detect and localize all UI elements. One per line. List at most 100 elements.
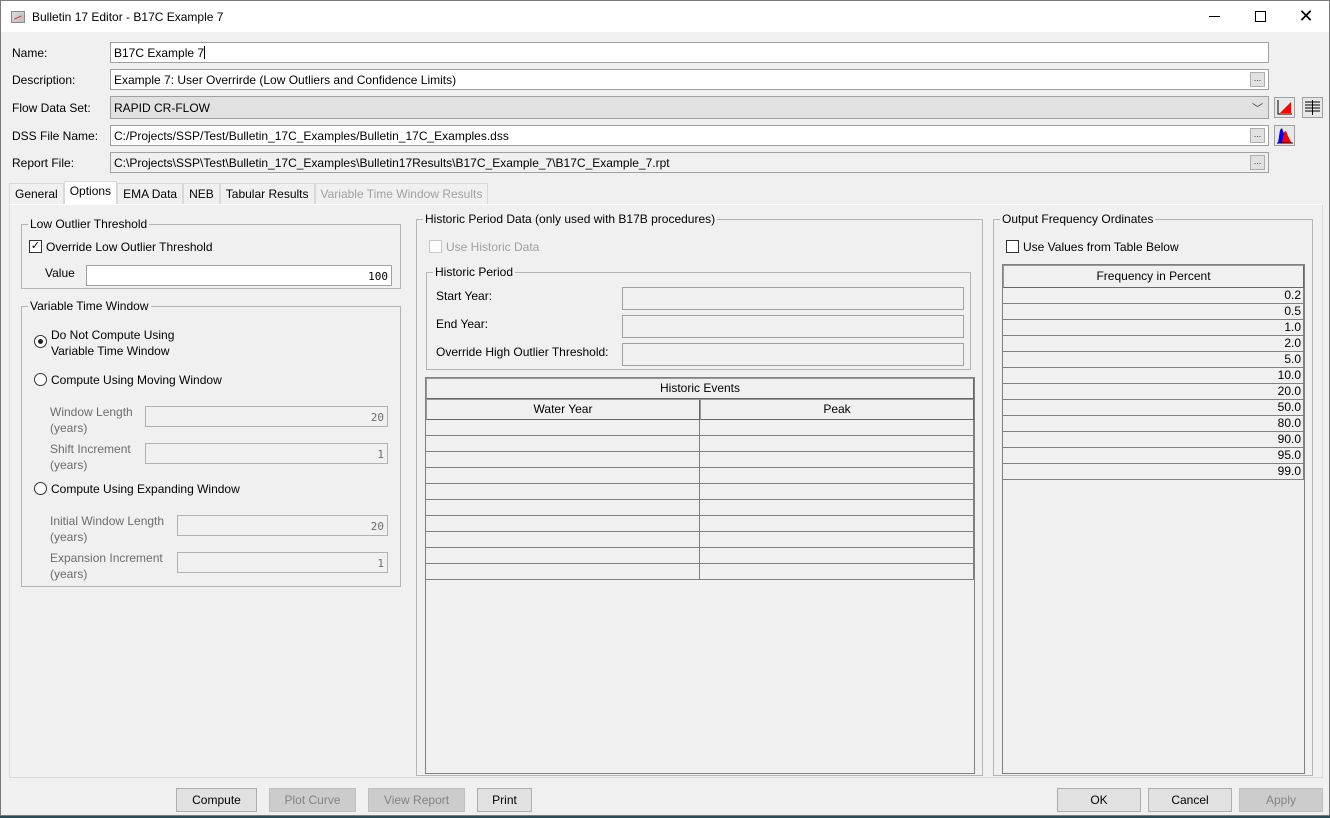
description-browse-button[interactable]: ... [1250,72,1265,87]
frequency-cell[interactable]: 10.0 [1003,368,1304,384]
peak-cell[interactable] [700,420,974,436]
window-length-input: 20 [145,406,388,427]
peak-cell[interactable] [700,500,974,516]
report-file-input[interactable]: C:\Projects\SSP\Test\Bulletin_17C_Exampl… [110,152,1269,173]
override-low-outlier-checkbox[interactable]: ✓ [29,240,42,253]
use-table-values-checkbox[interactable] [1006,240,1019,253]
tab-options[interactable]: Options [63,181,118,204]
do-not-compute-line1: Do Not Compute Using [51,328,175,342]
moving-window-radio[interactable] [34,373,47,386]
peak-cell[interactable] [700,468,974,484]
view-report-button: View Report [368,788,465,812]
dss-file-label: DSS File Name: [12,129,99,143]
water-year-cell[interactable] [426,484,700,500]
frequency-cell[interactable]: 5.0 [1003,352,1304,368]
high-outlier-label: Override High Outlier Threshold: [436,345,609,359]
minimize-button[interactable] [1191,1,1237,32]
text-caret [204,46,206,59]
dss-browse-button[interactable]: ... [1250,128,1265,143]
end-year-label: End Year: [436,317,489,331]
water-year-cell[interactable] [426,420,700,436]
plot-flow-icon [1277,100,1292,115]
peak-cell[interactable] [700,436,974,452]
water-year-cell[interactable] [426,500,700,516]
water-year-cell[interactable] [426,452,700,468]
plot-flow-button[interactable] [1274,97,1295,118]
description-input[interactable]: Example 7: User Overrirde (Low Outliers … [110,69,1269,90]
name-value: B17C Example 7 [114,46,205,60]
report-browse-button[interactable]: ... [1250,155,1265,170]
moving-window-label: Compute Using Moving Window [51,373,222,387]
name-input[interactable]: B17C Example 7 [110,42,1269,63]
ok-button[interactable]: OK [1057,788,1141,812]
tab-tabular-results[interactable]: Tabular Results [219,183,315,204]
low-outlier-value-input[interactable]: 100 [86,265,392,286]
shift-increment-label: Shift Increment (years) [50,441,131,473]
water-year-cell[interactable] [426,436,700,452]
water-year-column-header[interactable]: Water Year [426,399,700,420]
historic-events-table: Historic Events Water Year Peak [425,377,975,774]
water-year-cell[interactable] [426,468,700,484]
frequency-cell[interactable]: 99.0 [1003,464,1304,480]
water-year-cell[interactable] [426,564,700,580]
expansion-increment-unit: (years) [50,567,88,581]
frequency-cell[interactable]: 0.2 [1003,288,1304,304]
frequency-cell[interactable]: 2.0 [1003,336,1304,352]
shift-increment-input: 1 [145,443,388,464]
water-year-cell[interactable] [426,532,700,548]
initial-window-unit: (years) [50,530,88,544]
plot-dss-button[interactable] [1274,125,1295,146]
frequency-cell[interactable]: 1.0 [1003,320,1304,336]
peak-cell[interactable] [700,484,974,500]
expansion-increment-input: 1 [177,552,388,573]
maximize-icon [1254,11,1266,22]
app-icon [11,10,25,23]
peak-column-header[interactable]: Peak [700,399,974,420]
do-not-compute-radio[interactable] [34,335,47,348]
flow-data-set-label: Flow Data Set: [12,101,91,115]
expanding-window-radio[interactable] [34,482,47,495]
initial-window-text: Initial Window Length [50,514,165,528]
tab-neb[interactable]: NEB [183,183,220,204]
tab-ema-data[interactable]: EMA Data [117,183,184,204]
peak-cell[interactable] [700,532,974,548]
close-button[interactable]: ✕ [1283,1,1329,32]
frequency-cell[interactable]: 50.0 [1003,400,1304,416]
flow-data-set-dropdown[interactable]: RAPID CR-FLOW ﹀ [110,96,1269,119]
apply-button: Apply [1239,788,1323,812]
compute-button[interactable]: Compute [176,788,257,812]
peak-cell[interactable] [700,452,974,468]
close-icon: ✕ [1298,5,1314,27]
low-outlier-value-label: Value [45,266,75,280]
historic-event-row [426,452,974,468]
frequency-cell[interactable]: 95.0 [1003,448,1304,464]
water-year-cell[interactable] [426,548,700,564]
window-length-label: Window Length (years) [50,404,133,436]
low-outlier-title: Low Outlier Threshold [28,217,150,231]
water-year-cell[interactable] [426,516,700,532]
frequency-cell[interactable]: 20.0 [1003,384,1304,400]
do-not-compute-line2: Variable Time Window [51,344,170,358]
frequency-cell[interactable]: 0.5 [1003,304,1304,320]
peak-cell[interactable] [700,548,974,564]
expansion-increment-text: Expansion Increment [50,551,163,565]
frequency-cell[interactable]: 80.0 [1003,416,1304,432]
peak-cell[interactable] [700,516,974,532]
cancel-button[interactable]: Cancel [1148,788,1232,812]
chevron-down-icon: ﹀ [1252,103,1263,115]
dss-file-input[interactable]: C:/Projects/SSP/Test/Bulletin_17C_Exampl… [110,125,1269,146]
historic-period-title: Historic Period [433,265,516,279]
frequency-column-header[interactable]: Frequency in Percent [1003,265,1304,288]
print-button[interactable]: Print [477,788,532,812]
override-low-outlier-label: Override Low Outlier Threshold [46,240,213,254]
output-frequency-title: Output Frequency Ordinates [1000,212,1156,226]
peak-cell[interactable] [700,564,974,580]
report-file-value: C:\Projects\SSP\Test\Bulletin_17C_Exampl… [114,156,670,170]
historic-event-row [426,436,974,452]
historic-event-row [426,548,974,564]
table-flow-button[interactable] [1302,97,1323,118]
tab-general[interactable]: General [9,183,64,204]
historic-event-row [426,468,974,484]
frequency-cell[interactable]: 90.0 [1003,432,1304,448]
maximize-button[interactable] [1237,1,1283,32]
